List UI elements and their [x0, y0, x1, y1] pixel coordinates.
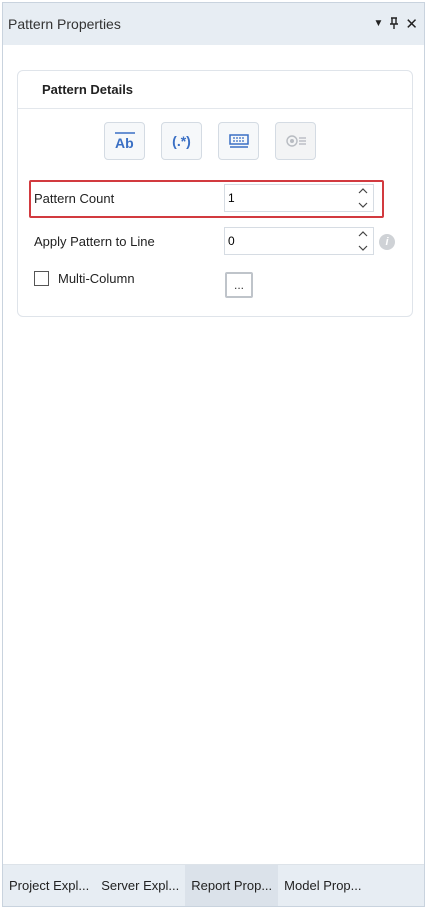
apply-pattern-row: Apply Pattern to Line 0 i [34, 227, 396, 255]
bottom-tab-bar: Project Expl... Server Expl... Report Pr… [3, 864, 424, 906]
close-icon[interactable]: ✕ [405, 17, 418, 32]
settings-list-icon [285, 135, 306, 147]
apply-pattern-label: Apply Pattern to Line [34, 233, 155, 249]
text-ab-icon: Ab [114, 132, 135, 151]
chevron-down-icon[interactable] [358, 245, 368, 252]
tab-model-properties[interactable]: Model Prop... [278, 865, 367, 906]
text-pattern-button[interactable]: Ab [104, 122, 145, 160]
regex-pattern-button[interactable]: (.*) [161, 122, 202, 160]
tab-server-explorer[interactable]: Server Expl... [95, 865, 185, 906]
tab-report-properties[interactable]: Report Prop... [185, 865, 279, 906]
multi-column-row: Multi-Column [34, 271, 135, 286]
pattern-count-highlight [29, 180, 384, 218]
card-header: Pattern Details [18, 71, 412, 109]
pin-icon[interactable] [389, 17, 399, 31]
regex-icon: (.*) [172, 133, 191, 149]
svg-text:Ab: Ab [115, 135, 134, 151]
card-title: Pattern Details [42, 82, 134, 97]
keyboard-icon [228, 134, 249, 148]
dropdown-icon[interactable]: ▼ [374, 19, 384, 29]
multi-column-ellipsis-button[interactable]: ... [225, 272, 253, 298]
title-actions: ▼ ✕ [374, 17, 418, 32]
title-bar: Pattern Properties ▼ ✕ [3, 3, 424, 45]
window-title: Pattern Properties [8, 16, 121, 32]
chevron-up-icon[interactable] [358, 230, 368, 237]
pattern-toolbar: Ab (.*) [104, 122, 316, 160]
settings-list-button[interactable] [275, 122, 316, 160]
keyboard-pattern-button[interactable] [218, 122, 259, 160]
apply-pattern-value[interactable]: 0 [228, 234, 235, 248]
apply-pattern-arrows[interactable] [357, 230, 369, 252]
tab-project-explorer[interactable]: Project Expl... [3, 865, 95, 906]
multi-column-checkbox[interactable] [34, 271, 49, 286]
multi-column-label: Multi-Column [58, 271, 135, 286]
pattern-properties-window: Pattern Properties ▼ ✕ Pattern Details A… [2, 2, 425, 907]
info-icon[interactable]: i [379, 234, 395, 250]
apply-pattern-stepper[interactable]: 0 i [224, 227, 395, 255]
